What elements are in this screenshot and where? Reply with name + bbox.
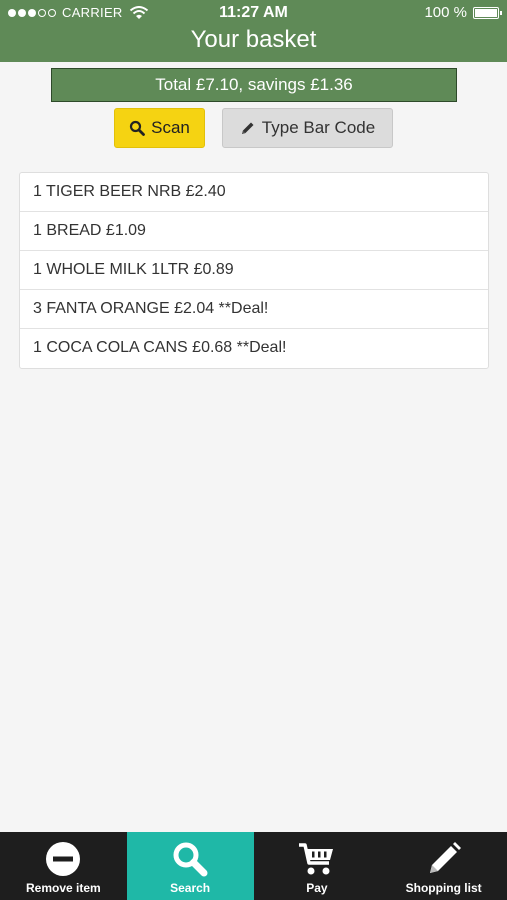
pencil-icon (426, 841, 462, 877)
type-barcode-label: Type Bar Code (261, 118, 376, 137)
tab-shopping-list-label: Shopping list (405, 881, 482, 895)
basket-total: Total £7.10, savings £1.36 (51, 68, 457, 102)
tab-pay[interactable]: Pay (254, 832, 381, 900)
battery-label: 100 % (424, 4, 467, 21)
pencil-icon (241, 122, 254, 134)
status-bar: CARRIER 11:27 AM 100 % (0, 0, 507, 28)
scan-button-label: Scan (151, 118, 190, 137)
basket-item[interactable]: 1 COCA COLA CANS £0.68 **Deal! (20, 329, 488, 368)
tab-shopping-list[interactable]: Shopping list (380, 832, 507, 900)
tab-pay-label: Pay (306, 881, 328, 895)
tab-bar: Remove item Search Pay Shopping list (0, 832, 507, 900)
tab-search-label: Search (170, 881, 211, 895)
type-barcode-button[interactable]: Type Bar Code (222, 108, 393, 148)
tab-search[interactable]: Search (126, 832, 254, 900)
status-right: 100 % (424, 4, 502, 21)
tab-remove-item-label: Remove item (26, 881, 101, 895)
basket-item[interactable]: 3 FANTA ORANGE £2.04 **Deal! (20, 290, 488, 329)
cart-icon (298, 841, 336, 877)
tab-remove-item[interactable]: Remove item (0, 832, 127, 900)
basket-item[interactable]: 1 WHOLE MILK 1LTR £0.89 (20, 251, 488, 290)
header-bar: CARRIER 11:27 AM 100 % Your basket (0, 0, 507, 62)
page-title: Your basket (190, 26, 317, 53)
battery-icon (473, 6, 502, 19)
search-icon (130, 120, 146, 136)
search-icon (172, 841, 208, 877)
minus-circle-icon (45, 841, 81, 877)
basket-item[interactable]: 1 BREAD £1.09 (20, 212, 488, 251)
basket-item[interactable]: 1 TIGER BEER NRB £2.40 (20, 173, 488, 212)
scan-button[interactable]: Scan (114, 108, 205, 148)
basket-list: 1 TIGER BEER NRB £2.40 1 BREAD £1.09 1 W… (19, 172, 489, 369)
